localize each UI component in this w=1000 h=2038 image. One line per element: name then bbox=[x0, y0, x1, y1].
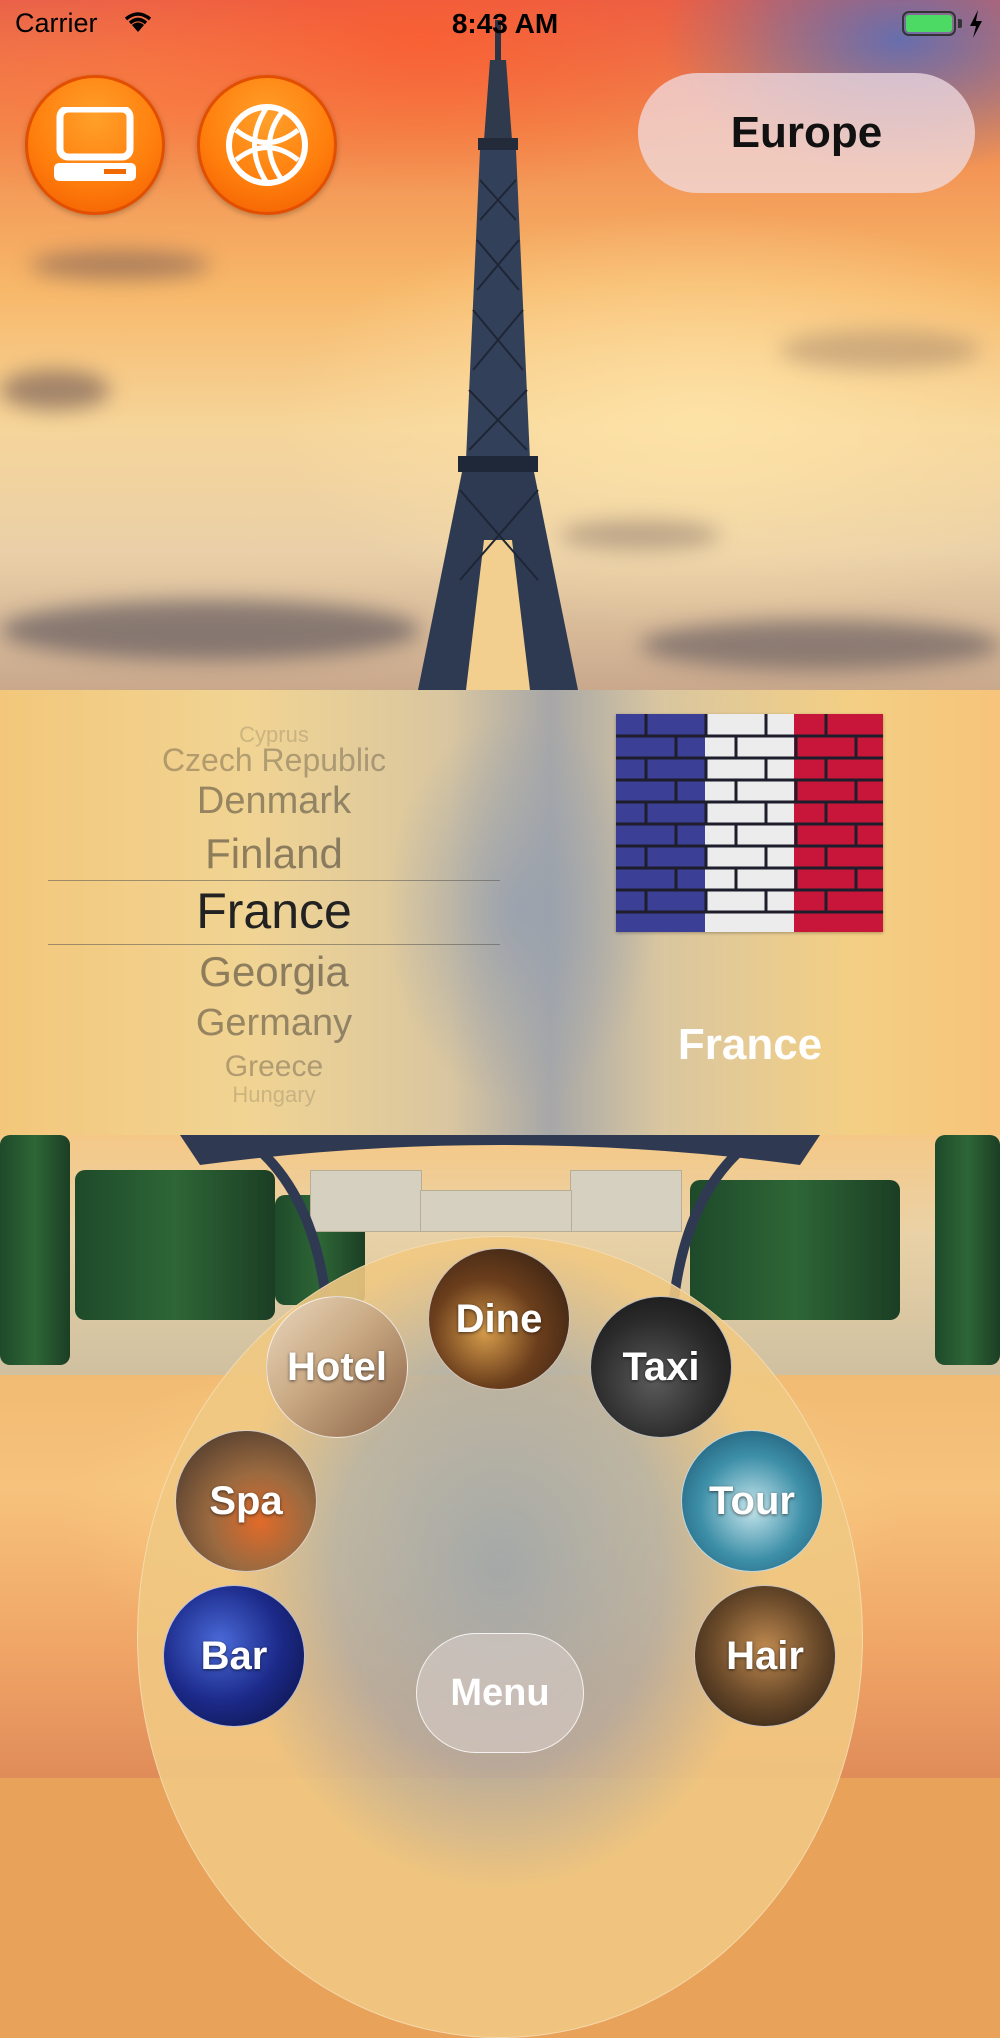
charging-bolt-icon bbox=[970, 10, 982, 38]
eiffel-tower-image bbox=[418, 20, 578, 690]
bar-label: Bar bbox=[200, 1633, 268, 1678]
menu-button[interactable]: Menu bbox=[416, 1633, 584, 1753]
selected-country-label: France bbox=[677, 1020, 823, 1069]
france-flag-image bbox=[616, 714, 883, 932]
hotel-button[interactable]: Hotel bbox=[266, 1296, 408, 1438]
picker-item[interactable]: Greece bbox=[48, 1050, 500, 1084]
tour-button[interactable]: Tour bbox=[681, 1430, 823, 1572]
picker-item[interactable]: Finland bbox=[48, 830, 500, 878]
clock: 8:43 AM bbox=[451, 8, 559, 39]
hair-button[interactable]: Hair bbox=[694, 1585, 836, 1727]
picker-item[interactable]: Denmark bbox=[48, 780, 500, 823]
battery-icon bbox=[902, 11, 956, 36]
computer-button[interactable] bbox=[25, 75, 165, 215]
picker-item[interactable]: Hungary bbox=[48, 1082, 500, 1108]
dine-button[interactable]: Dine bbox=[428, 1248, 570, 1390]
picker-item[interactable]: Czech Republic bbox=[48, 742, 500, 779]
spa-label: Spa bbox=[209, 1478, 283, 1523]
taxi-label: Taxi bbox=[622, 1344, 700, 1389]
picker-item-selected[interactable]: France bbox=[48, 882, 500, 940]
globe-button[interactable] bbox=[197, 75, 337, 215]
spa-button[interactable]: Spa bbox=[175, 1430, 317, 1572]
hotel-label: Hotel bbox=[287, 1344, 387, 1389]
bar-button[interactable]: Bar bbox=[163, 1585, 305, 1727]
hair-label: Hair bbox=[726, 1633, 804, 1678]
country-picker[interactable]: Cyprus Czech Republic Denmark Finland Fr… bbox=[48, 690, 500, 1135]
picker-item[interactable]: Georgia bbox=[48, 948, 500, 996]
dine-label: Dine bbox=[455, 1296, 543, 1341]
status-bar: Carrier 8:43 AM bbox=[0, 0, 1000, 50]
region-selector-button[interactable]: Europe bbox=[638, 73, 975, 193]
tour-label: Tour bbox=[709, 1478, 795, 1523]
taxi-button[interactable]: Taxi bbox=[590, 1296, 732, 1438]
picker-item[interactable]: Germany bbox=[48, 1002, 500, 1045]
globe-icon bbox=[226, 104, 308, 186]
computer-icon bbox=[54, 107, 136, 181]
